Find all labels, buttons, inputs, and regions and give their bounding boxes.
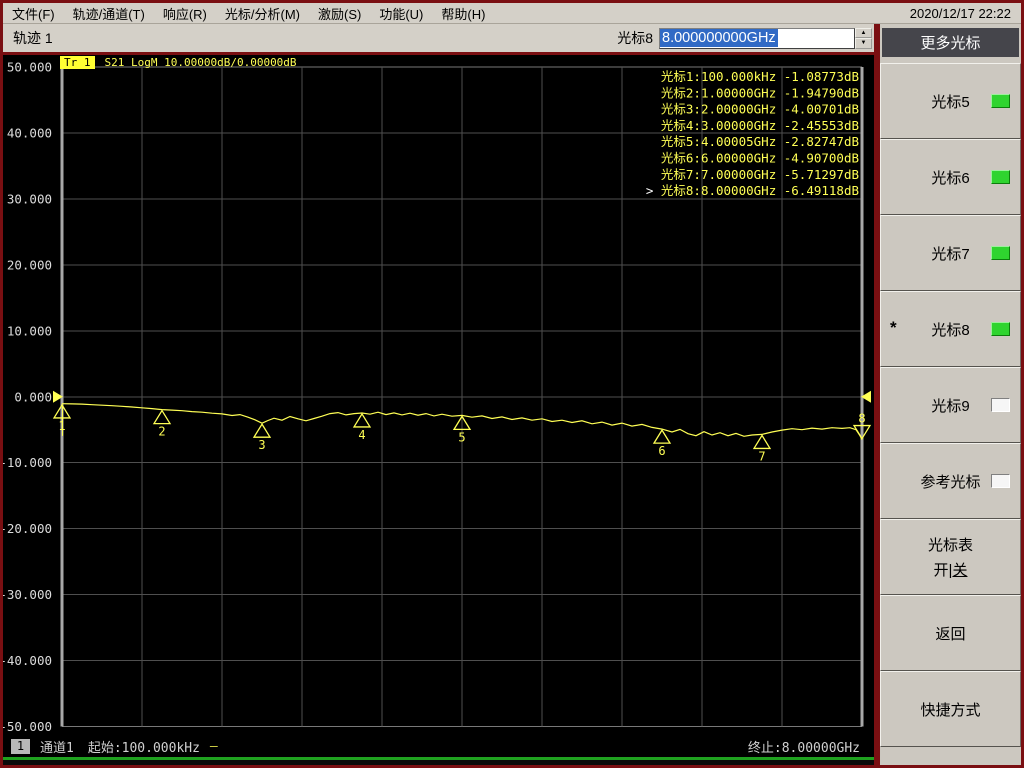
marker-number-label: 5 (458, 430, 465, 444)
marker-readout-line: 光标5:4.00005GHz -2.82747dB (661, 134, 859, 149)
shortcut-button[interactable]: 快捷方式 (880, 671, 1021, 747)
marker8-button[interactable]: * 光标8 (880, 291, 1021, 367)
marker-readout-line: 光标6:6.00000GHz -4.90700dB (661, 151, 859, 166)
reference-marker-led-icon (991, 474, 1010, 488)
marker-symbol[interactable] (252, 422, 272, 438)
marker-number-label: 7 (758, 449, 765, 463)
marker-symbol[interactable] (752, 434, 772, 450)
marker-number-label: 8 (858, 412, 865, 426)
status-bar: 1 通道1 起始:100.000kHz — 终止:8.00000GHz (3, 735, 874, 757)
marker-number-label: 3 (258, 438, 265, 452)
marker9-button[interactable]: 光标9 (880, 367, 1021, 443)
marker-readout-line: 光标7:7.00000GHz -5.71297dB (661, 167, 859, 182)
y-axis-tick-label: -10.000 (3, 455, 52, 470)
menu-marker-analysis[interactable]: 光标/分析(M) (216, 2, 309, 25)
marker-readout-line: 光标2:1.00000GHz -1.94790dB (661, 85, 859, 100)
y-axis-tick-label: -20.000 (3, 521, 52, 536)
marker-entry-label: 光标8 (617, 30, 653, 46)
marker-number-label: 2 (158, 425, 165, 439)
marker-number-label: 1 (58, 419, 65, 433)
softkey-buttons: 光标5 光标6 光标7 * 光标8 光标9 参考光标 光标表 开|关 返回 快捷… (880, 63, 1021, 747)
softkey-menu-title: 更多光标 (882, 28, 1019, 57)
stepper-up-button[interactable]: ▲ (855, 27, 872, 38)
marker-readout-line: 光标3:2.00000GHz -4.00701dB (661, 102, 859, 117)
menu-trace-channel[interactable]: 轨迹/通道(T) (64, 2, 154, 25)
marker9-led-icon (991, 398, 1010, 412)
marker-readout-line: 光标1:100.000kHz -1.08773dB (661, 69, 859, 84)
marker5-led-icon (991, 94, 1010, 108)
trace-format-info: S21 LogM 10.00000dB/0.00000dB (104, 55, 297, 69)
marker-readout-line: > 光标8:8.00000GHz -6.49118dB (646, 183, 859, 198)
y-axis-tick-label: -40.000 (3, 653, 52, 668)
trace-title: Tr 1 S21 LogM 10.00000dB/0.00000dB (60, 55, 297, 69)
y-axis-tick-label: 0.000 (14, 389, 52, 404)
reference-marker-button[interactable]: 参考光标 (880, 443, 1021, 519)
marker-frequency-stepper: ▲ ▼ (855, 27, 872, 49)
vna-inner-frame: 文件(F) 轨迹/通道(T) 响应(R) 光标/分析(M) 激励(S) 功能(U… (3, 3, 1021, 765)
menu-bar: 文件(F) 轨迹/通道(T) 响应(R) 光标/分析(M) 激励(S) 功能(U… (3, 3, 1021, 24)
stepper-down-button[interactable]: ▼ (855, 38, 872, 49)
marker-table-toggle-state: 开|关 (933, 562, 968, 579)
y-axis-tick-label: -30.000 (3, 587, 52, 602)
marker6-button[interactable]: 光标6 (880, 139, 1021, 215)
bottom-filler (3, 760, 874, 765)
menu-stimulus[interactable]: 激励(S) (309, 2, 370, 25)
y-axis-tick-label: 10.000 (7, 323, 52, 338)
marker5-button[interactable]: 光标5 (880, 63, 1021, 139)
y-axis-tick-label: 20.000 (7, 257, 52, 272)
menu-function[interactable]: 功能(U) (370, 2, 432, 25)
marker-symbol[interactable] (152, 409, 172, 425)
menu-response[interactable]: 响应(R) (154, 2, 216, 25)
marker-symbol[interactable] (652, 428, 672, 444)
marker-frequency-value: 8.000000000GHz (660, 29, 778, 47)
marker-readout-line: 光标4:3.00000GHz -2.45553dB (661, 118, 859, 133)
chart-area: Tr 1 S21 LogM 10.00000dB/0.00000dB 50.00… (3, 55, 874, 735)
trace-badge[interactable]: Tr 1 (60, 55, 95, 69)
plot-area[interactable]: 50.000 40.000 30.000 20.000 10.000 0.000 -10.0… (3, 55, 874, 735)
main-row: 轨迹 1 光标8 8.000000000GHz ▲ ▼ Tr 1 S21 Log… (3, 24, 1021, 765)
y-axis-tick-label: 40.000 (7, 125, 52, 140)
menu-help[interactable]: 帮助(H) (432, 2, 494, 25)
marker6-led-icon (991, 170, 1010, 184)
marker7-button[interactable]: 光标7 (880, 215, 1021, 291)
marker-table-toggle-button[interactable]: 光标表 开|关 (880, 519, 1021, 595)
marker7-led-icon (991, 246, 1010, 260)
y-axis-tick-label: 50.000 (7, 60, 52, 75)
sweep-start-label: 起始:100.000kHz (87, 740, 200, 756)
sweep-indicator: — (209, 738, 218, 754)
marker8-led-icon (991, 322, 1010, 336)
back-button[interactable]: 返回 (880, 595, 1021, 671)
chart-column: 轨迹 1 光标8 8.000000000GHz ▲ ▼ Tr 1 S21 Log… (3, 24, 874, 765)
menu-file[interactable]: 文件(F) (3, 2, 64, 25)
softkey-sidebar: 更多光标 光标5 光标6 光标7 * 光标8 光标9 参考光标 光标表 开|关 … (880, 24, 1021, 765)
trace-selector-label[interactable]: 轨迹 1 (3, 28, 53, 48)
marker-frequency-input[interactable]: 8.000000000GHz (659, 27, 855, 49)
active-marker-star: * (890, 318, 897, 337)
marker-symbol[interactable] (352, 412, 372, 428)
marker-number-label: 6 (658, 444, 665, 458)
trace-toolbar: 轨迹 1 光标8 8.000000000GHz ▲ ▼ (3, 24, 874, 52)
vna-window: 文件(F) 轨迹/通道(T) 响应(R) 光标/分析(M) 激励(S) 功能(U… (0, 0, 1024, 768)
marker-number-label: 4 (358, 428, 365, 442)
channel-name: 通道1 (40, 740, 74, 756)
channel-badge: 1 (11, 738, 30, 754)
y-axis-tick-label: -50.000 (3, 719, 52, 734)
y-axis-tick-label: 30.000 (7, 191, 52, 206)
sweep-stop-label: 终止:8.00000GHz (747, 740, 860, 756)
datetime-display: 2020/12/17 22:22 (909, 5, 1011, 21)
